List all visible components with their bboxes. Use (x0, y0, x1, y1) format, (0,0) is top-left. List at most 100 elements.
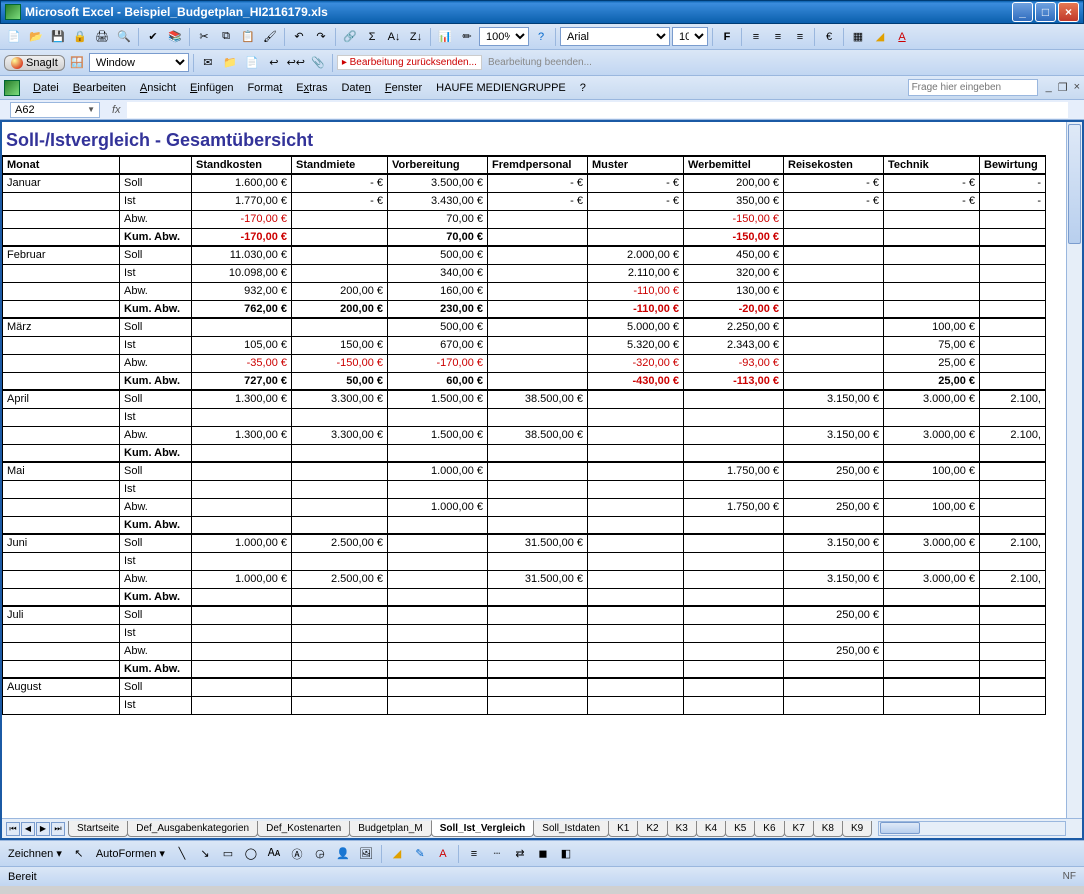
help-icon[interactable]: ? (531, 27, 551, 47)
autoshapes-menu[interactable]: AutoFormen ▾ (92, 847, 169, 860)
arrow-style-icon[interactable]: ⇄ (510, 844, 530, 864)
menu-data[interactable]: Daten (334, 80, 377, 96)
tab-prev-button[interactable]: ◀ (21, 822, 35, 836)
table-row[interactable]: Kum. Abw. (3, 660, 1046, 678)
review-end-button[interactable]: Bearbeitung beenden... (484, 56, 596, 69)
tab-first-button[interactable]: ⏮ (6, 822, 20, 836)
font-color-draw-icon[interactable]: A (433, 844, 453, 864)
snagit-button[interactable]: SnagIt (4, 55, 65, 71)
chevron-down-icon[interactable]: ▼ (87, 105, 95, 114)
table-row[interactable]: Ist105,00 €150,00 €670,00 €5.320,00 €2.3… (3, 336, 1046, 354)
column-header[interactable]: Monat (3, 156, 120, 174)
menu-window[interactable]: Fenster (378, 80, 429, 96)
table-row[interactable]: Abw.250,00 € (3, 642, 1046, 660)
font-color-icon[interactable]: A (892, 27, 912, 47)
sheet-tab[interactable]: K9 (842, 821, 872, 837)
doc-icon[interactable]: 📄 (242, 53, 262, 73)
bold-icon[interactable]: F (717, 27, 737, 47)
table-row[interactable]: MärzSoll500,00 €5.000,00 €2.250,00 €100,… (3, 318, 1046, 336)
h-scrollbar-thumb[interactable] (880, 822, 920, 834)
research-icon[interactable]: 📚 (165, 27, 185, 47)
table-row[interactable]: JuniSoll1.000,00 €2.500,00 €31.500,00 €3… (3, 534, 1046, 552)
table-row[interactable]: Ist (3, 408, 1046, 426)
table-row[interactable]: Kum. Abw.727,00 €50,00 €60,00 €-430,00 €… (3, 372, 1046, 390)
table-row[interactable]: Kum. Abw. (3, 516, 1046, 534)
workbook-icon[interactable] (4, 80, 20, 96)
table-row[interactable]: Ist (3, 696, 1046, 714)
table-row[interactable]: Kum. Abw. (3, 444, 1046, 462)
table-row[interactable]: MaiSoll1.000,00 €1.750,00 €250,00 €100,0… (3, 462, 1046, 480)
table-row[interactable]: Abw.-170,00 €70,00 €-150,00 € (3, 210, 1046, 228)
clipart-icon[interactable]: 👤 (333, 844, 353, 864)
doc-close-button[interactable]: × (1074, 81, 1080, 94)
column-header[interactable]: Muster (588, 156, 684, 174)
spreadsheet-grid[interactable]: Monat StandkostenStandmieteVorbereitungFr… (2, 155, 1046, 715)
column-header[interactable]: Vorbereitung (388, 156, 488, 174)
fx-label[interactable]: fx (106, 104, 127, 116)
table-row[interactable]: AugustSoll (3, 678, 1046, 696)
table-row[interactable]: Kum. Abw.-170,00 €70,00 €-150,00 € (3, 228, 1046, 246)
permission-icon[interactable]: 🔒 (70, 27, 90, 47)
picture-icon[interactable]: 🖼 (356, 844, 376, 864)
column-header[interactable]: Standmiete (292, 156, 388, 174)
drawing-icon[interactable]: ✏ (457, 27, 477, 47)
currency-icon[interactable]: € (819, 27, 839, 47)
arrow-icon[interactable]: ↘ (195, 844, 215, 864)
table-row[interactable]: JuliSoll250,00 € (3, 606, 1046, 624)
sheet-tab[interactable]: Soll_Ist_Vergleich (431, 820, 535, 837)
attach-icon[interactable]: 📎 (308, 53, 328, 73)
open-icon[interactable]: 📂 (26, 27, 46, 47)
column-header[interactable] (120, 156, 192, 174)
folder-icon[interactable]: 📁 (220, 53, 240, 73)
table-row[interactable]: Ist (3, 624, 1046, 642)
spellcheck-icon[interactable]: ✔ (143, 27, 163, 47)
table-row[interactable]: JanuarSoll1.600,00 €- €3.500,00 €- €- €2… (3, 174, 1046, 192)
format-painter-icon[interactable]: 🖌 (260, 27, 280, 47)
rectangle-icon[interactable]: ▭ (218, 844, 238, 864)
table-row[interactable]: Kum. Abw.762,00 €200,00 €230,00 €-110,00… (3, 300, 1046, 318)
menu-view[interactable]: Ansicht (133, 80, 183, 96)
sheet-tab[interactable]: Def_Kostenarten (257, 821, 350, 837)
column-header[interactable]: Fremdpersonal (488, 156, 588, 174)
fill-color-draw-icon[interactable]: ◢ (387, 844, 407, 864)
print-icon[interactable]: 🖨 (92, 27, 112, 47)
menu-haufe[interactable]: HAUFE MEDIENGRUPPE (429, 80, 573, 96)
autosum-icon[interactable]: Σ (362, 27, 382, 47)
column-header[interactable]: Standkosten (192, 156, 292, 174)
chart-icon[interactable]: 📊 (435, 27, 455, 47)
snagit-window-icon[interactable]: 🪟 (67, 53, 87, 73)
zoom-select[interactable]: 100% (479, 27, 529, 46)
table-row[interactable]: Kum. Abw. (3, 588, 1046, 606)
table-row[interactable]: FebruarSoll11.030,00 €500,00 €2.000,00 €… (3, 246, 1046, 264)
fill-color-icon[interactable]: ◢ (870, 27, 890, 47)
align-left-icon[interactable]: ≡ (746, 27, 766, 47)
table-row[interactable]: Ist (3, 552, 1046, 570)
menu-edit[interactable]: Bearbeiten (66, 80, 133, 96)
menu-insert[interactable]: Einfügen (183, 80, 240, 96)
table-row[interactable]: Ist (3, 480, 1046, 498)
dash-style-icon[interactable]: ┈ (487, 844, 507, 864)
doc-restore-button[interactable]: ❐ (1058, 81, 1068, 94)
name-box[interactable]: A62▼ (10, 102, 100, 118)
sheet-tab[interactable]: K2 (637, 821, 667, 837)
table-row[interactable]: Abw.1.000,00 €1.750,00 €250,00 €100,00 € (3, 498, 1046, 516)
column-header[interactable]: Bewirtung (980, 156, 1046, 174)
menu-format[interactable]: Format (240, 80, 289, 96)
shadow-icon[interactable]: ◼ (533, 844, 553, 864)
sort-asc-icon[interactable]: A↓ (384, 27, 404, 47)
line-weight-icon[interactable]: ≡ (464, 844, 484, 864)
tab-last-button[interactable]: ⏭ (51, 822, 65, 836)
minimize-button[interactable]: _ (1012, 2, 1033, 22)
menu-extras[interactable]: Extras (289, 80, 334, 96)
undo-icon[interactable]: ↶ (289, 27, 309, 47)
font-select[interactable]: Arial (560, 27, 670, 46)
sheet-tab[interactable]: K7 (784, 821, 814, 837)
diagram-icon[interactable]: ◶ (310, 844, 330, 864)
menu-help[interactable]: ? (573, 80, 593, 96)
drawing-menu[interactable]: Zeichnen ▾ (4, 847, 66, 860)
borders-icon[interactable]: ▦ (848, 27, 868, 47)
line-icon[interactable]: ╲ (172, 844, 192, 864)
align-center-icon[interactable]: ≡ (768, 27, 788, 47)
font-size-select[interactable]: 10 (672, 27, 708, 46)
sheet-tab[interactable]: K5 (725, 821, 755, 837)
